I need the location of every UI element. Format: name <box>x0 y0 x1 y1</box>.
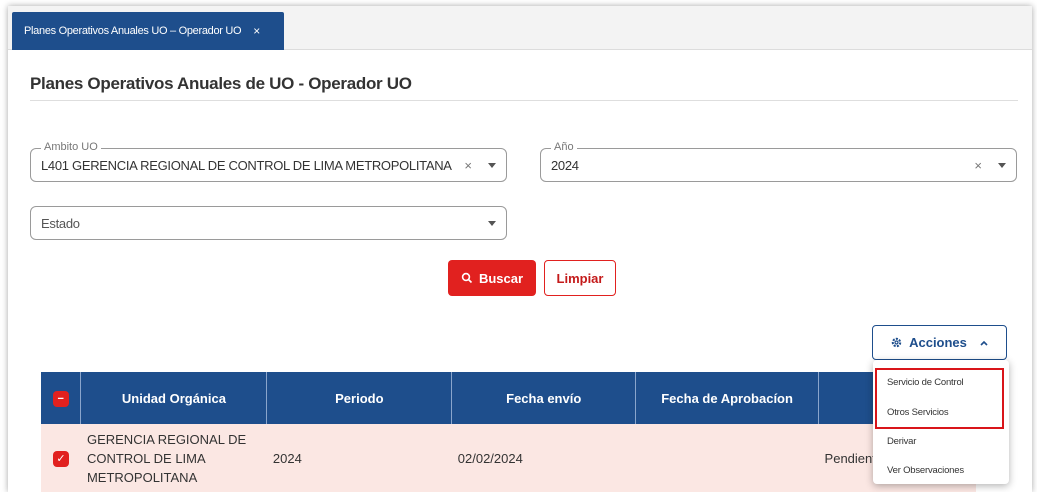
tab-bar: Planes Operativos Anuales UO – Operador … <box>8 6 1032 50</box>
col-header-unidad[interactable]: Unidad Orgánica <box>80 372 268 424</box>
row-select-cell[interactable]: ✓ <box>41 424 81 492</box>
table-row[interactable]: ✓ GERENCIA REGIONAL DE CONTROL DE LIMA M… <box>41 424 976 492</box>
cell-unidad: GERENCIA REGIONAL DE CONTROL DE LIMA MET… <box>80 424 267 492</box>
acciones-menu: Servicio de Control Otros Servicios Deri… <box>873 360 1009 484</box>
cell-fecha-aprobacion <box>635 424 819 492</box>
close-icon[interactable]: × <box>253 24 260 38</box>
chevron-up-icon <box>980 340 988 346</box>
ambito-clear-icon[interactable]: × <box>464 149 472 181</box>
cell-unidad-line: METROPOLITANA <box>86 469 198 485</box>
page-title: Planes Operativos Anuales de UO - Operad… <box>30 74 412 93</box>
minus-icon[interactable]: − <box>52 390 69 407</box>
cell-unidad-line: GERENCIA REGIONAL DE <box>86 431 247 447</box>
search-icon <box>461 272 473 284</box>
acciones-button[interactable]: Acciones <box>872 325 1007 360</box>
col-header-fecha-envio[interactable]: Fecha envío <box>451 372 637 424</box>
chevron-down-icon[interactable] <box>488 221 496 226</box>
cell-unidad-line: CONTROL DE LIMA <box>86 450 206 466</box>
menu-item-ver-observaciones[interactable]: Ver Observaciones <box>873 456 1009 485</box>
acciones-label: Acciones <box>909 335 967 350</box>
highlight-box <box>875 368 1004 429</box>
check-icon[interactable]: ✓ <box>52 450 69 467</box>
limpiar-button[interactable]: Limpiar <box>544 260 616 296</box>
cell-fecha-envio: 02/02/2024 <box>451 424 636 492</box>
anio-select[interactable]: Año 2024 × <box>540 141 1017 182</box>
buscar-button[interactable]: Buscar <box>448 260 536 296</box>
ambito-select[interactable]: Ambito UO L401 GERENCIA REGIONAL DE CONT… <box>30 141 507 182</box>
estado-select[interactable]: Estado <box>30 206 507 240</box>
select-all-cell[interactable]: − <box>41 372 82 424</box>
anio-clear-icon[interactable]: × <box>974 149 982 181</box>
col-header-periodo[interactable]: Periodo <box>266 372 453 424</box>
col-header-fecha-aprobacion[interactable]: Fecha de Aprobacíon <box>635 372 820 424</box>
tab-planes-operativos[interactable]: Planes Operativos Anuales UO – Operador … <box>12 12 284 50</box>
buscar-label: Buscar <box>478 270 524 286</box>
divider <box>30 100 1018 101</box>
cell-periodo: 2024 <box>266 424 452 492</box>
menu-item-derivar[interactable]: Derivar <box>873 427 1009 456</box>
gear-icon <box>891 337 902 348</box>
tab-label: Planes Operativos Anuales UO – Operador … <box>24 25 242 37</box>
limpiar-label: Limpiar <box>556 270 604 286</box>
anio-value: 2024 <box>551 157 579 173</box>
results-table: − Unidad Orgánica Periodo Fecha envío Fe… <box>41 372 976 492</box>
ambito-value: L401 GERENCIA REGIONAL DE CONTROL DE LIM… <box>41 157 452 173</box>
table-header-row: − Unidad Orgánica Periodo Fecha envío Fe… <box>41 372 976 424</box>
estado-placeholder: Estado <box>41 215 80 231</box>
chevron-down-icon[interactable] <box>998 163 1006 168</box>
chevron-down-icon[interactable] <box>488 163 496 168</box>
app-window: Planes Operativos Anuales UO – Operador … <box>8 6 1032 492</box>
